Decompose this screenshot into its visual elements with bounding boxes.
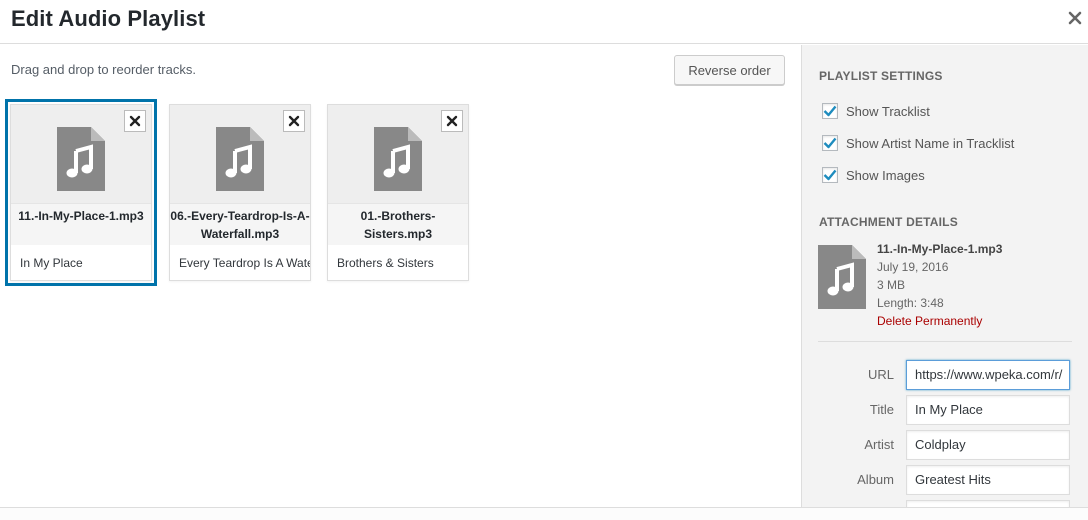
url-label: URL: [867, 367, 894, 382]
attachment-date: July 19, 2016: [877, 260, 949, 274]
remove-icon: [288, 115, 300, 127]
reverse-order-button[interactable]: Reverse order: [674, 55, 785, 85]
audio-file-icon: [818, 245, 866, 309]
remove-track-button[interactable]: [124, 110, 146, 132]
checkmark-icon: [823, 169, 837, 181]
attachment-info: 11.-In-My-Place-1.mp3 July 19, 2016 3 MB…: [877, 240, 1002, 330]
checkbox[interactable]: [822, 135, 838, 151]
audio-file-icon: [374, 127, 422, 191]
modal-title: Edit Audio Playlist: [11, 6, 206, 31]
remove-icon: [129, 115, 141, 127]
track-title-input[interactable]: Every Teardrop Is A Waterfall: [170, 246, 310, 280]
setting-show-images[interactable]: Show Images: [822, 166, 925, 184]
remove-track-button[interactable]: [283, 110, 305, 132]
track-filename: 06.-Every-Teardrop-Is-A-Waterfall.mp3: [170, 203, 310, 245]
track-item[interactable]: 01.-Brothers-Sisters.mp3 Brothers & Sist…: [327, 104, 469, 281]
attachment-length: Length: 3:48: [877, 296, 944, 310]
setting-label: Show Artist Name in Tracklist: [846, 135, 1015, 151]
track-filename: 01.-Brothers-Sisters.mp3: [328, 203, 468, 245]
modal-close-button[interactable]: [1062, 0, 1088, 36]
delete-permanently-link[interactable]: Delete Permanently: [877, 312, 1002, 330]
url-field[interactable]: https://www.wpeka.com/r/: [906, 360, 1070, 390]
remove-track-button[interactable]: [441, 110, 463, 132]
attachment-size: 3 MB: [877, 278, 906, 292]
modal-toolbar: [0, 507, 1088, 520]
attachment-details-heading: ATTACHMENT DETAILS: [819, 215, 958, 229]
title-label: Title: [869, 402, 894, 417]
audio-file-icon: [216, 127, 264, 191]
close-icon: [1068, 11, 1082, 25]
remove-icon: [446, 115, 458, 127]
artist-label: Artist: [864, 437, 894, 452]
playlist-sidebar: PLAYLIST SETTINGS Show Tracklist Show Ar…: [801, 45, 1088, 520]
setting-label: Show Images: [846, 167, 925, 183]
track-item[interactable]: 11.-In-My-Place-1.mp3 In My Place: [5, 99, 157, 286]
title-field[interactable]: In My Place: [906, 395, 1070, 425]
checkmark-icon: [823, 105, 837, 117]
instructions-text: Drag and drop to reorder tracks.: [11, 62, 196, 77]
playlist-settings-heading: PLAYLIST SETTINGS: [819, 69, 943, 83]
attachment-filename: 11.-In-My-Place-1.mp3: [877, 242, 1003, 256]
checkmark-icon: [823, 137, 837, 149]
divider: [818, 341, 1072, 342]
setting-show-tracklist[interactable]: Show Tracklist: [822, 102, 930, 120]
track-item[interactable]: 06.-Every-Teardrop-Is-A-Waterfall.mp3 Ev…: [169, 104, 311, 281]
track-title-input[interactable]: In My Place: [11, 246, 151, 280]
checkbox[interactable]: [822, 103, 838, 119]
album-label: Album: [857, 472, 894, 487]
playlist-main: Drag and drop to reorder tracks. Reverse…: [0, 45, 801, 507]
setting-show-artist-name[interactable]: Show Artist Name in Tracklist: [822, 134, 1014, 152]
track-title-input[interactable]: Brothers & Sisters: [328, 246, 468, 280]
audio-file-icon: [57, 127, 105, 191]
album-field[interactable]: Greatest Hits: [906, 465, 1070, 495]
artist-field[interactable]: Coldplay: [906, 430, 1070, 460]
track-filename: 11.-In-My-Place-1.mp3: [11, 203, 151, 245]
setting-label: Show Tracklist: [846, 103, 930, 119]
checkbox[interactable]: [822, 167, 838, 183]
modal-header: Edit Audio Playlist: [0, 0, 1088, 44]
